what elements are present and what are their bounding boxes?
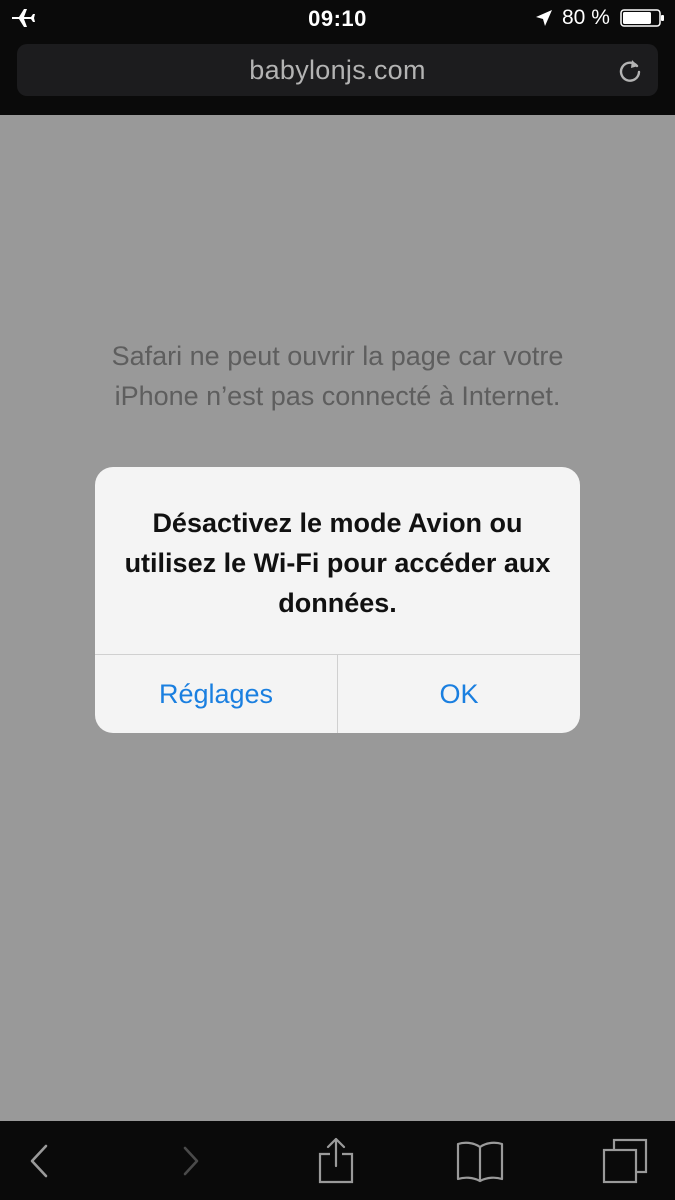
back-button[interactable] — [11, 1133, 67, 1189]
safari-screen: 09:10 80 % babylonjs.com Safari ne peut … — [0, 0, 675, 1200]
top-bar: 09:10 80 % babylonjs.com — [0, 0, 675, 115]
reload-icon[interactable] — [616, 56, 644, 84]
airplane-mode-alert: Désactivez le mode Avion ou utilisez le … — [95, 467, 580, 733]
forward-button[interactable] — [162, 1133, 218, 1189]
battery-percent: 80 % — [562, 6, 610, 29]
location-icon — [536, 10, 552, 26]
status-bar: 09:10 80 % — [0, 0, 675, 36]
alert-message: Désactivez le mode Avion ou utilisez le … — [124, 508, 551, 618]
forward-icon — [183, 1146, 199, 1176]
bookmarks-button[interactable] — [452, 1133, 508, 1189]
tabs-button[interactable] — [597, 1133, 653, 1189]
ok-button[interactable]: OK — [338, 655, 580, 733]
no-connection-message: Safari ne peut ouvrir la page car votre … — [111, 341, 564, 411]
share-button[interactable] — [308, 1133, 364, 1189]
url-text[interactable]: babylonjs.com — [17, 55, 658, 86]
battery-icon — [620, 9, 664, 27]
back-icon — [30, 1144, 48, 1178]
bookmarks-icon — [456, 1141, 504, 1183]
bottom-toolbar — [0, 1121, 675, 1200]
address-bar[interactable]: babylonjs.com — [17, 44, 658, 96]
settings-button[interactable]: Réglages — [95, 655, 337, 733]
tabs-icon — [602, 1138, 648, 1184]
share-icon — [318, 1137, 354, 1184]
